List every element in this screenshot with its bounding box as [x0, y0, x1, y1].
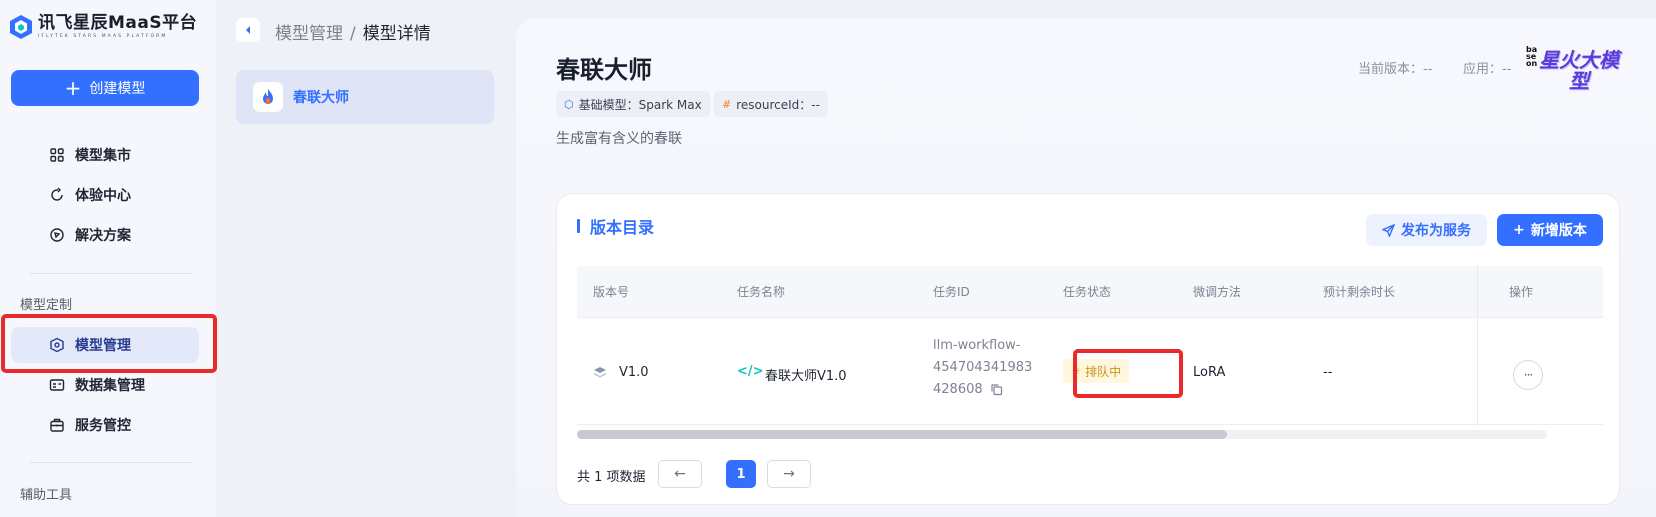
task-id-line: 428608	[933, 382, 983, 397]
title-accent-bar	[577, 219, 580, 233]
remaining-time: --	[1323, 365, 1333, 380]
sidebar-item-label: 体验中心	[75, 188, 131, 204]
layers-icon	[594, 367, 606, 378]
sidebar-item-label: 数据集管理	[75, 378, 145, 394]
hash-icon: #	[722, 97, 732, 111]
application-count: 应用：--	[1463, 62, 1512, 77]
plus-icon: +	[64, 76, 82, 100]
page-title: 春联大师	[556, 56, 652, 84]
version-number: V1.0	[619, 365, 649, 380]
divider	[30, 273, 192, 274]
model-avatar	[253, 82, 283, 112]
code-icon: </>	[737, 364, 764, 379]
breadcrumb: 模型管理 / 模型详情	[275, 19, 431, 44]
scrollbar-thumb[interactable]	[577, 430, 1227, 439]
model-list-label: 春联大师	[293, 90, 349, 106]
badge-spark-text: 星火大模型	[1539, 48, 1619, 93]
briefcase-icon	[50, 418, 64, 432]
version-directory-card: 版本目录 发布为服务 + 新增版本 版本号 任务名称 任务ID 任务状态 微调方…	[556, 193, 1620, 505]
logo: 讯飞星辰MaaS平台 IFLYTEK STARS MAAS PLATFORM	[8, 14, 197, 40]
compass-icon	[50, 228, 64, 242]
plus-icon: +	[1513, 222, 1525, 238]
divider	[30, 462, 192, 463]
sidebar-item-experience-center[interactable]: 体验中心	[11, 177, 199, 213]
model-list-item[interactable]: 春联大师	[236, 70, 494, 124]
copy-icon[interactable]	[990, 383, 1003, 396]
new-version-label: 新增版本	[1530, 223, 1587, 239]
sidebar-item-solutions[interactable]: 解决方案	[11, 217, 199, 253]
model-detail-panel: 春联大师 ⬡ 基础模型：Spark Max # resourceId：-- 生成…	[516, 18, 1656, 517]
column-header: 任务ID	[933, 285, 970, 299]
sidebar-item-label: 解决方案	[75, 228, 131, 244]
task-name: 春联大师V1.0	[765, 369, 847, 384]
new-version-button[interactable]: + 新增版本	[1497, 214, 1603, 246]
dataset-icon	[49, 379, 65, 391]
current-page[interactable]: 1	[726, 460, 756, 488]
sidebar-item-dataset-management[interactable]: 数据集管理	[11, 367, 199, 403]
back-button[interactable]	[236, 18, 260, 42]
version-directory-label: 版本目录	[590, 218, 655, 237]
logo-subtitle: IFLYTEK STARS MAAS PLATFORM	[38, 33, 168, 39]
column-header: 版本号	[593, 285, 630, 299]
cube-icon: ⬡	[564, 97, 574, 111]
status-label: 排队中	[1085, 364, 1122, 379]
tuning-method: LoRA	[1193, 365, 1226, 380]
tag-resource-id: # resourceId：--	[714, 91, 828, 117]
column-header: 预计剩余时长	[1323, 285, 1396, 299]
breadcrumb-parent[interactable]: 模型管理	[275, 24, 343, 44]
task-id-line: llm-workflow-	[933, 338, 1021, 353]
publish-service-label: 发布为服务	[1401, 223, 1471, 239]
next-page-button[interactable]: →	[767, 460, 811, 488]
create-model-label: 创建模型	[89, 81, 146, 97]
current-version: 当前版本：--	[1358, 62, 1433, 77]
sidebar-item-model-market[interactable]: 模型集市	[11, 137, 199, 173]
group-label-custom: 模型定制	[20, 298, 73, 313]
breadcrumb-current: 模型详情	[362, 24, 431, 44]
refresh-icon	[51, 187, 63, 201]
horizontal-scrollbar[interactable]	[577, 430, 1547, 439]
cube-icon	[50, 337, 64, 353]
prev-page-button[interactable]: ←	[658, 460, 702, 488]
publish-service-button[interactable]: 发布为服务	[1366, 214, 1487, 246]
tag-base-model-label: 基础模型：Spark Max	[578, 97, 702, 112]
version-directory-title: 版本目录	[577, 214, 654, 238]
group-label-tools: 辅助工具	[20, 488, 73, 503]
flame-icon	[263, 89, 273, 104]
grid-icon	[50, 148, 64, 162]
table-header: 版本号 任务名称 任务ID 任务状态 微调方法 预计剩余时长 操作	[577, 266, 1603, 318]
column-header: 微调方法	[1193, 285, 1242, 299]
loading-icon: ✳	[1071, 364, 1082, 378]
sidebar-item-label: 模型管理	[75, 338, 131, 354]
total-count: 共 1 项数据	[577, 470, 646, 485]
sidebar: 讯飞星辰MaaS平台 IFLYTEK STARS MAAS PLATFORM +…	[0, 0, 216, 517]
sidebar-item-model-management[interactable]: 模型管理	[11, 327, 199, 363]
column-header: 任务名称	[737, 285, 786, 299]
sidebar-item-label: 模型集市	[75, 148, 131, 164]
logo-icon	[10, 15, 32, 39]
chevron-left-icon	[246, 26, 250, 34]
tag-base-model: ⬡ 基础模型：Spark Max	[556, 91, 710, 117]
send-icon	[1382, 223, 1395, 237]
create-model-button[interactable]: + 创建模型	[11, 70, 199, 106]
breadcrumb-separator: /	[350, 24, 356, 44]
tag-resource-id-label: resourceId：--	[736, 97, 820, 112]
column-header: 任务状态	[1063, 285, 1112, 299]
logo-title: 讯飞星辰MaaS平台	[38, 12, 198, 33]
more-actions-button[interactable]: ···	[1513, 360, 1543, 390]
sidebar-item-label: 服务管控	[75, 418, 131, 434]
sidebar-item-service-control[interactable]: 服务管控	[11, 407, 199, 443]
model-description: 生成富有含义的春联	[556, 131, 682, 147]
task-id-line: 454704341983	[933, 360, 1033, 375]
status-badge: ✳ 排队中	[1063, 359, 1130, 383]
